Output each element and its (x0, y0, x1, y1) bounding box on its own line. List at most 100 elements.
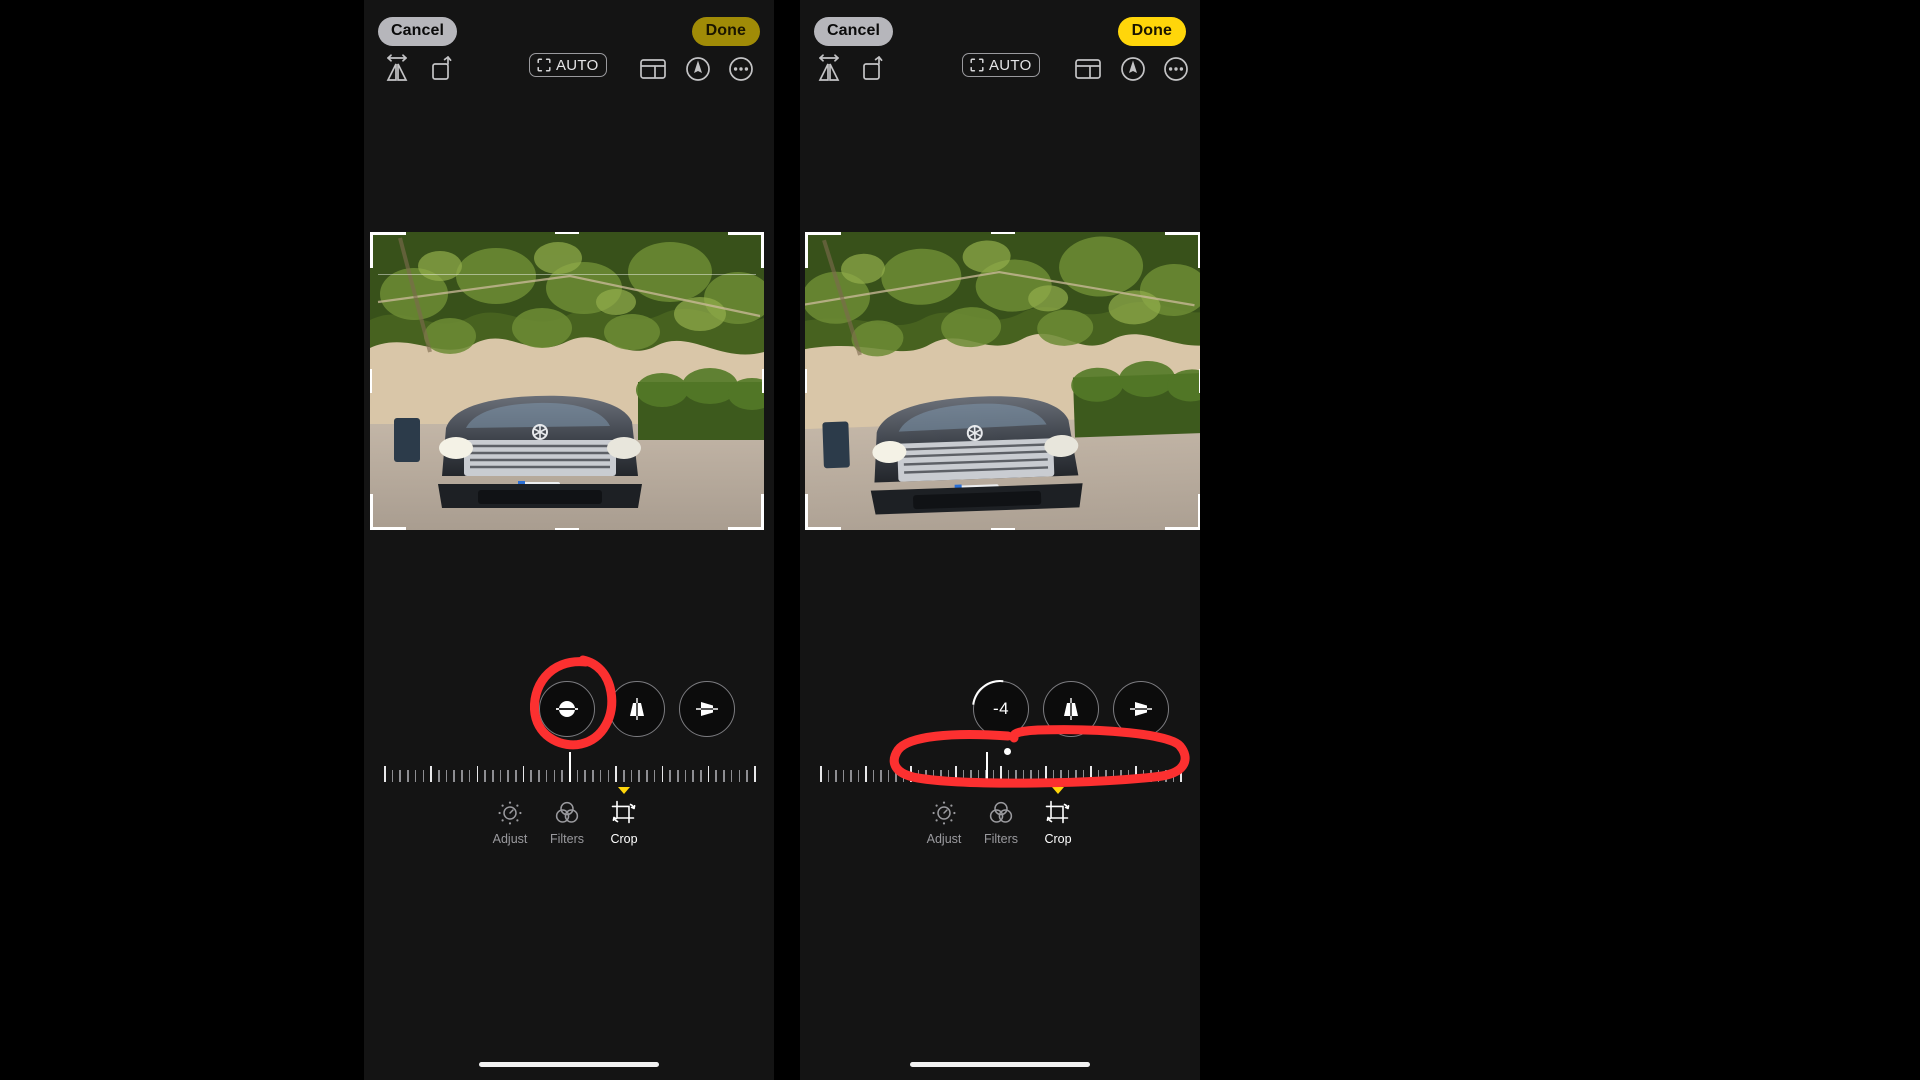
ruler-tick (407, 770, 409, 782)
ruler-tick (1015, 770, 1017, 782)
ruler-tick (499, 770, 502, 782)
horizontal-perspective-button[interactable] (1113, 681, 1169, 737)
top-bar: Cancel Done (364, 0, 774, 58)
ruler-tick (399, 770, 401, 782)
photo-image (370, 232, 764, 530)
ruler-tick (700, 770, 702, 782)
markup-pen-icon[interactable] (681, 52, 715, 86)
vertical-perspective-button[interactable] (609, 681, 665, 737)
rotate-icon[interactable] (426, 52, 460, 86)
ruler-tick (1172, 770, 1175, 782)
straighten-button[interactable]: -4 (961, 669, 1040, 748)
auto-enhance-button[interactable]: AUTO (529, 53, 607, 77)
ruler-tick (661, 766, 664, 782)
ruler-tick (715, 770, 718, 782)
more-options-icon[interactable] (1159, 52, 1193, 86)
ruler-tick (827, 770, 830, 782)
ruler-tick (746, 770, 748, 782)
ruler-tick (947, 770, 950, 782)
straighten-progress-arc (961, 669, 1040, 748)
tab-crop[interactable]: Crop (1025, 787, 1091, 846)
ruler-tick (615, 766, 617, 782)
ruler-tick (630, 770, 633, 782)
ruler-tick (1097, 770, 1100, 782)
ruler-tick (414, 770, 417, 782)
aspect-ratio-icon[interactable] (636, 52, 670, 86)
ruler-tick (530, 770, 533, 782)
ruler-tick (515, 770, 517, 782)
ruler-tick (491, 770, 494, 782)
vertical-perspective-button[interactable] (1043, 681, 1099, 737)
ruler-tick (1052, 770, 1055, 782)
ruler-tick (857, 770, 860, 782)
ruler-tick (1105, 770, 1107, 782)
top-bar: Cancel Done (800, 0, 1200, 58)
edit-toolbar: AUTO (800, 52, 1200, 92)
rotate-icon[interactable] (857, 52, 891, 86)
ruler-tick (1075, 770, 1077, 782)
ruler-tick (730, 770, 733, 782)
tab-label: Crop (1044, 832, 1072, 846)
ruler-tick (445, 770, 448, 782)
ruler-tick (940, 770, 942, 782)
ruler-tick (607, 770, 610, 782)
aspect-ratio-icon[interactable] (1071, 52, 1105, 86)
done-button[interactable]: Done (1117, 17, 1186, 46)
ruler-tick (1022, 770, 1025, 782)
ruler-tick (468, 770, 471, 782)
ruler-zero-dot (1003, 748, 1011, 755)
ruler-tick (723, 770, 725, 782)
adjust-controls: -4 (800, 669, 1200, 748)
ruler-tick (955, 766, 957, 782)
ruler-tick (684, 770, 687, 782)
ruler-tick (880, 770, 882, 782)
ruler-tick (1067, 770, 1070, 782)
ruler-tick (622, 770, 625, 782)
screenshot-stage: Cancel Done AUTO Adjust Filters Crop Can… (0, 0, 1920, 1080)
auto-label: AUTO (556, 56, 599, 74)
ruler-tick (850, 770, 852, 782)
ruler-tick (476, 766, 479, 782)
horizontal-perspective-button[interactable] (679, 681, 735, 737)
markup-pen-icon[interactable] (1116, 52, 1150, 86)
crop-icon (1025, 798, 1091, 828)
ruler-tick (692, 770, 694, 782)
photo-crop-area[interactable] (370, 232, 764, 530)
ruler-tick (992, 770, 995, 782)
cancel-button[interactable]: Cancel (814, 17, 894, 46)
auto-label: AUTO (989, 56, 1032, 74)
straighten-ruler[interactable] (820, 748, 1182, 782)
ruler-tick (1112, 770, 1115, 782)
ruler-tick (707, 766, 710, 782)
ruler-tick (545, 770, 548, 782)
ruler-tick (561, 770, 563, 782)
ruler-tick (754, 766, 756, 782)
photo-crop-area[interactable] (805, 232, 1200, 530)
tab-crop[interactable]: Crop (591, 787, 657, 846)
more-options-icon[interactable] (724, 52, 758, 86)
ruler-tick (384, 766, 386, 782)
tab-label: Crop (610, 832, 638, 846)
active-tab-indicator-icon (618, 787, 630, 794)
ruler-tick (1142, 770, 1145, 782)
ruler-tick (646, 770, 648, 782)
flip-horizontal-icon[interactable] (812, 52, 846, 86)
straighten-ruler[interactable] (384, 748, 756, 782)
ruler-tick (925, 770, 927, 782)
ruler-tick (437, 770, 440, 782)
ruler-tick (865, 766, 867, 782)
auto-enhance-button[interactable]: AUTO (962, 53, 1040, 77)
ruler-tick (507, 770, 509, 782)
ruler-cursor (985, 752, 988, 782)
ruler-tick (592, 770, 594, 782)
ruler-tick (917, 770, 920, 782)
cancel-button[interactable]: Cancel (378, 17, 458, 46)
flip-horizontal-icon[interactable] (380, 52, 414, 86)
ruler-tick (932, 770, 935, 782)
adjust-controls (364, 681, 774, 739)
bottom-tab-bar: Adjust Filters Crop (364, 787, 774, 854)
done-button[interactable]: Done (691, 17, 760, 46)
ruler-tick (538, 770, 540, 782)
ruler-tick (895, 770, 897, 782)
straighten-button[interactable] (539, 681, 595, 737)
